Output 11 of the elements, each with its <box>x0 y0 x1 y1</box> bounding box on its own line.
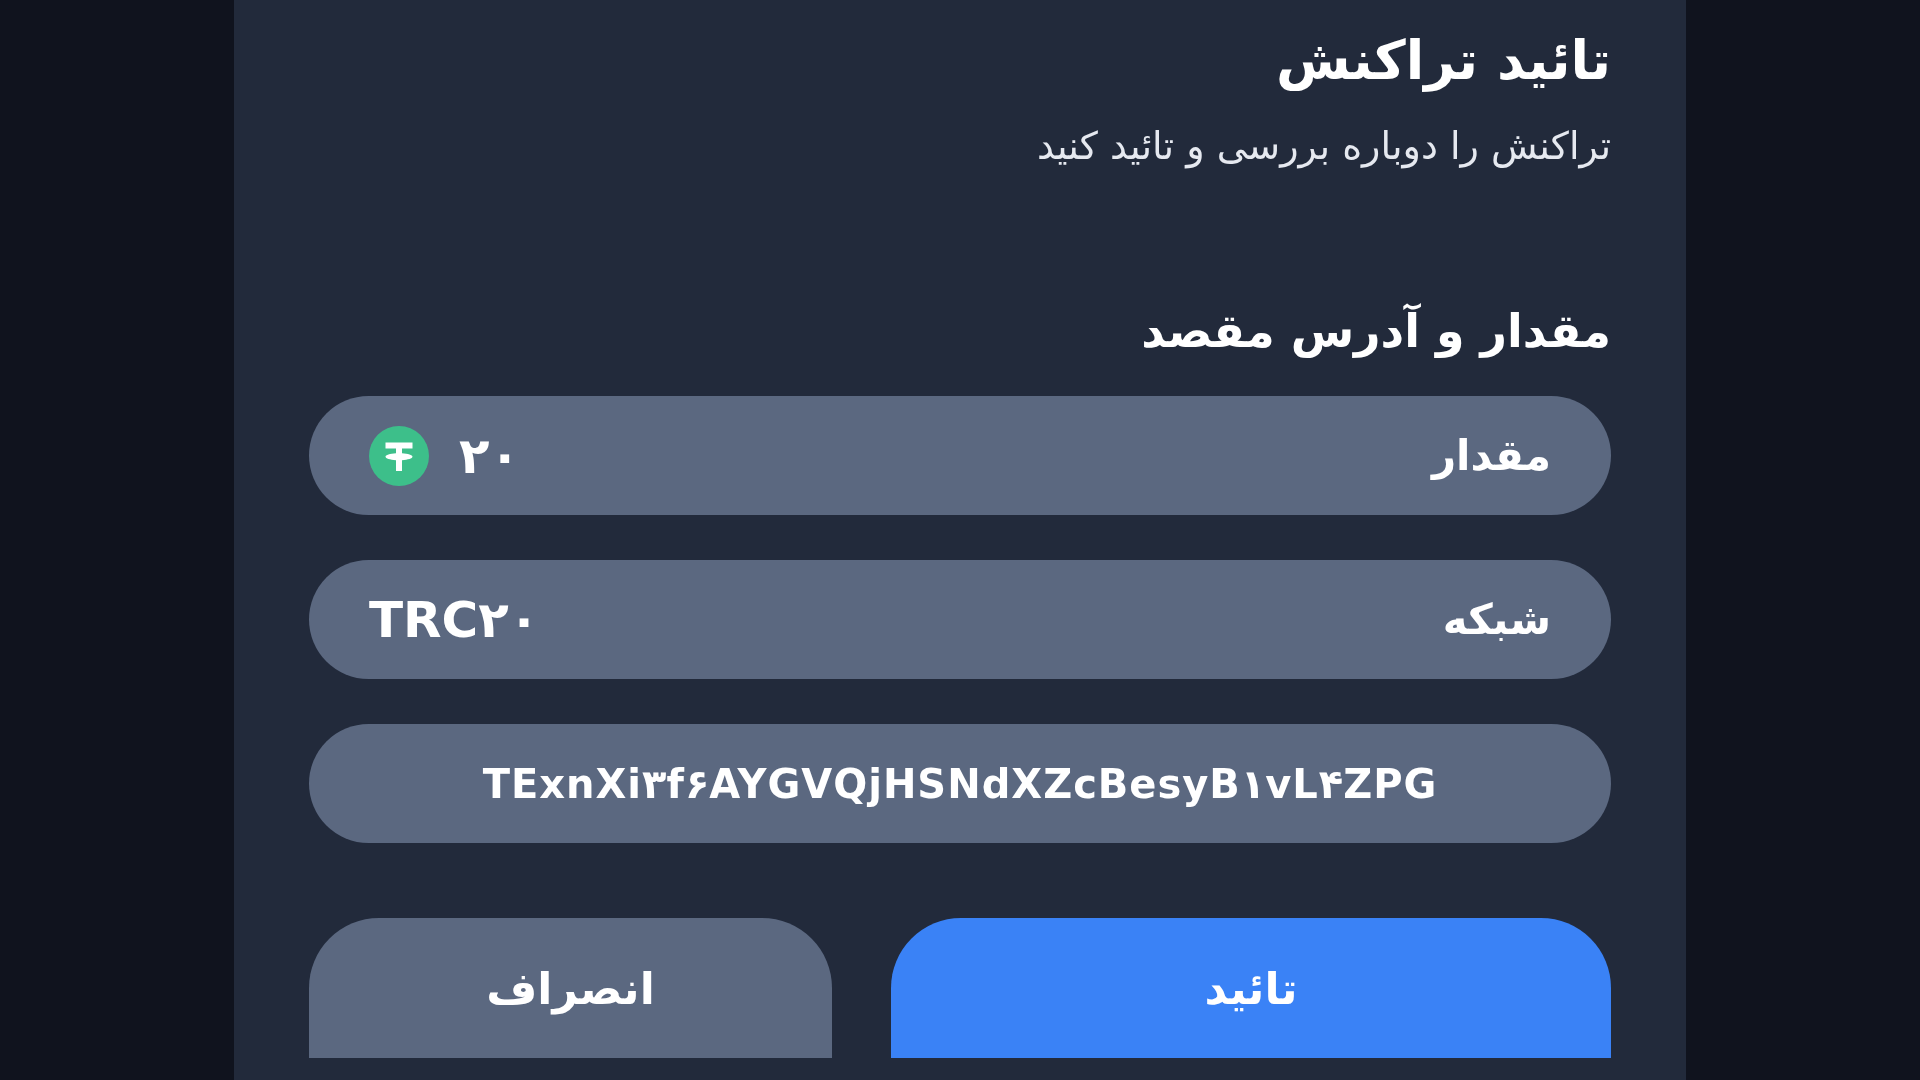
cancel-button[interactable]: انصراف <box>309 918 832 1058</box>
row-label: شبکه <box>1442 595 1551 644</box>
coin-icon <box>369 425 429 486</box>
section-title: مقدار و آدرس مقصد <box>1140 302 1611 360</box>
dialog-subtitle: تراکنش را دوباره بررسی و تائید کنید <box>1035 123 1611 171</box>
row-value: ۲۰ <box>459 426 521 485</box>
row-label: مقدار <box>1431 431 1551 480</box>
address-value: TExnXi۳f۶AYGVQjHSNdXZcBesyB۱vL۴ZPG <box>482 760 1438 807</box>
dialog-title: تائید تراکنش <box>1274 28 1611 94</box>
row-value: TRC۲۰ <box>369 590 540 649</box>
confirm-button[interactable]: تائید <box>890 918 1611 1058</box>
